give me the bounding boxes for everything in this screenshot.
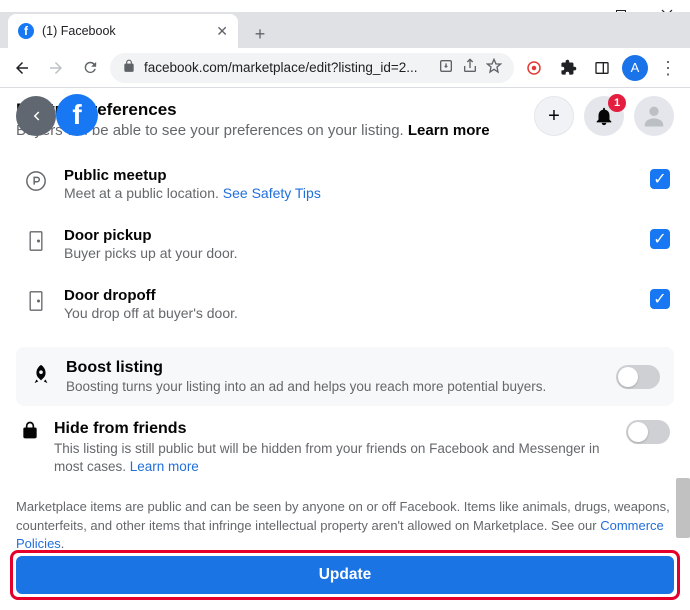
browser-tab[interactable]: f (1) Facebook ✕ — [8, 14, 238, 48]
update-button-highlight: Update — [10, 550, 680, 600]
facebook-logo-icon[interactable]: f — [56, 94, 98, 136]
install-app-icon[interactable] — [438, 58, 454, 77]
notif-badge: 1 — [608, 94, 626, 112]
fb-back-button[interactable] — [16, 96, 56, 136]
new-tab-button[interactable]: + — [246, 20, 274, 48]
boost-listing-card[interactable]: Boost listing Boosting turns your listin… — [16, 347, 674, 406]
door-icon — [24, 229, 48, 253]
hide-learn-more-link[interactable]: Learn more — [130, 459, 199, 474]
pref-door-pickup[interactable]: Door pickup Buyer picks up at your door.… — [16, 217, 674, 277]
lock-icon — [20, 420, 40, 445]
safety-tips-link[interactable]: See Safety Tips — [223, 185, 321, 201]
checkbox-door-dropoff[interactable]: ✓ — [650, 289, 670, 309]
browser-profile-avatar[interactable]: A — [622, 55, 648, 81]
fb-profile-button[interactable] — [634, 96, 674, 136]
rocket-icon — [30, 363, 52, 390]
browser-menu-button[interactable]: ⋮ — [654, 54, 682, 82]
update-button[interactable]: Update — [16, 556, 674, 594]
checkbox-public-meetup[interactable]: ✓ — [650, 169, 670, 189]
tab-close-icon[interactable]: ✕ — [216, 23, 228, 40]
forward-button[interactable] — [42, 54, 70, 82]
reload-button[interactable] — [76, 54, 104, 82]
extension-circle-icon[interactable] — [520, 54, 548, 82]
share-icon[interactable] — [462, 58, 478, 77]
fb-topbar: f + 1 — [0, 88, 690, 144]
url-text: facebook.com/marketplace/edit?listing_id… — [144, 60, 430, 75]
side-panel-icon[interactable] — [588, 54, 616, 82]
hide-toggle[interactable] — [626, 420, 670, 444]
facebook-favicon-icon: f — [18, 23, 34, 39]
checkbox-door-pickup[interactable]: ✓ — [650, 229, 670, 249]
fb-notifications-button[interactable]: 1 — [584, 96, 624, 136]
address-bar[interactable]: facebook.com/marketplace/edit?listing_id… — [110, 53, 514, 83]
pref-door-dropoff[interactable]: Door dropoff You drop off at buyer's doo… — [16, 277, 674, 337]
boost-toggle[interactable] — [616, 365, 660, 389]
parking-p-icon — [24, 169, 48, 193]
scrollbar-thumb[interactable] — [676, 478, 690, 538]
door-icon — [24, 289, 48, 313]
tabstrip: f (1) Facebook ✕ + — [0, 12, 690, 48]
browser-toolbar: facebook.com/marketplace/edit?listing_id… — [0, 48, 690, 88]
back-button[interactable] — [8, 54, 36, 82]
bookmark-icon[interactable] — [486, 58, 502, 77]
pref-public-meetup[interactable]: Public meetup Meet at a public location.… — [16, 157, 674, 217]
lock-icon — [122, 59, 136, 76]
hide-from-friends-row[interactable]: Hide from friends This listing is still … — [16, 406, 674, 480]
fb-create-button[interactable]: + — [534, 96, 574, 136]
extensions-puzzle-icon[interactable] — [554, 54, 582, 82]
disclaimer-text: Marketplace items are public and can be … — [0, 480, 690, 553]
tab-title: (1) Facebook — [42, 24, 116, 38]
page-content: f + 1 Meetup preferences Buyers will be … — [0, 88, 690, 610]
